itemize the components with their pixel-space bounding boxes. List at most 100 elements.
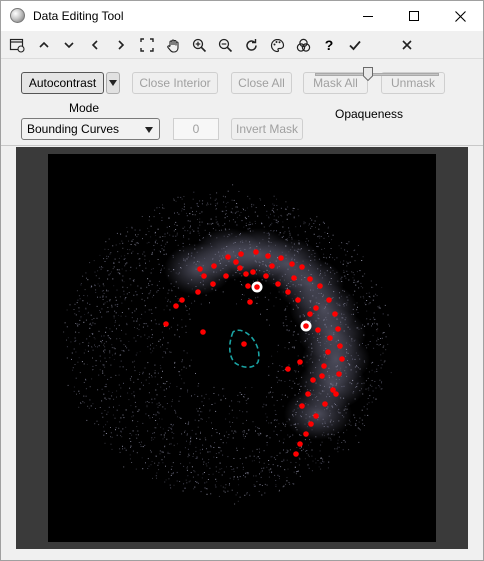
opaqueness-slider-track[interactable] [315,73,439,76]
marker-point[interactable] [210,281,216,287]
image-canvas[interactable] [48,154,436,542]
minimize-button[interactable] [345,1,391,31]
marker-point[interactable] [265,253,271,259]
noise-speck [199,212,201,214]
palette-button[interactable] [266,34,288,56]
close-all-button[interactable]: Close All [231,72,292,94]
down-button[interactable] [58,34,80,56]
help-button[interactable]: ? [318,34,340,56]
noise-speck [144,444,146,446]
rotate-button[interactable] [240,34,262,56]
confirm-button[interactable] [344,34,366,56]
marker-point[interactable] [285,289,291,295]
mode-select[interactable]: Bounding Curves [21,118,160,140]
noise-speck [230,211,232,213]
marker-point[interactable] [275,281,281,287]
noise-speck [186,212,187,214]
marker-point[interactable] [295,297,301,303]
left-button[interactable] [84,34,106,56]
marker-point[interactable] [179,297,185,303]
marker-point[interactable] [285,366,291,372]
marker-point[interactable] [299,264,305,270]
marker-point[interactable] [247,299,253,305]
marker-point[interactable] [289,261,295,267]
marker-point[interactable] [332,311,338,317]
marker-point[interactable] [263,273,269,279]
marker-point[interactable] [201,273,207,279]
marker-point[interactable] [173,303,179,309]
opaqueness-slider-thumb[interactable] [362,67,373,81]
close-window-button[interactable] [437,1,483,31]
up-button[interactable] [33,34,55,56]
marker-point[interactable] [327,335,333,341]
image-svg[interactable] [48,154,436,542]
marker-point[interactable] [237,265,243,271]
marker-point[interactable] [238,251,244,257]
marker-point[interactable] [293,451,299,457]
invert-mask-button[interactable]: Invert Mask [231,118,303,140]
cancel-button[interactable] [396,34,418,56]
zoom-out-button[interactable] [214,34,236,56]
marker-point[interactable] [337,343,343,349]
selected-marker-point[interactable] [303,323,309,329]
marker-point[interactable] [310,377,316,383]
noise-speck [291,236,293,238]
selected-marker-point[interactable] [254,284,260,290]
marker-point[interactable] [245,283,251,289]
marker-point[interactable] [243,271,249,277]
marker-point[interactable] [325,349,331,355]
marker-point[interactable] [163,321,169,327]
bounding-curve[interactable] [228,329,260,369]
marker-point[interactable] [225,254,231,260]
marker-point[interactable] [197,266,203,272]
marker-point[interactable] [308,421,314,427]
noise-speck [135,244,137,246]
right-button[interactable] [110,34,132,56]
noise-speck [365,380,367,382]
noise-speck [337,446,339,448]
marker-point[interactable] [322,401,328,407]
marker-point[interactable] [250,269,256,275]
zoom-in-button[interactable] [188,34,210,56]
marker-point[interactable] [200,329,206,335]
pan-button[interactable] [162,34,184,56]
marker-point[interactable] [313,305,319,311]
marker-point[interactable] [269,263,275,269]
marker-point[interactable] [211,263,217,269]
marker-point[interactable] [319,373,325,379]
marker-point[interactable] [336,371,342,377]
marker-point[interactable] [241,341,247,347]
marker-point[interactable] [339,356,345,362]
color-channels-button[interactable] [292,34,314,56]
marker-point[interactable] [278,255,284,261]
fit-frame-button[interactable] [136,34,158,56]
close-interior-button[interactable]: Close Interior [132,72,218,94]
marker-point[interactable] [297,359,303,365]
noise-speck [83,363,85,365]
marker-point[interactable] [333,391,339,397]
marker-point[interactable] [303,431,309,437]
autocontrast-button[interactable]: Autocontrast [21,72,104,94]
marker-point[interactable] [297,441,303,447]
calendar-config-button[interactable] [6,34,28,56]
marker-point[interactable] [321,363,327,369]
marker-point[interactable] [313,413,319,419]
marker-point[interactable] [253,249,259,255]
marker-point[interactable] [315,327,321,333]
marker-point[interactable] [335,326,341,332]
number-field[interactable]: 0 [173,118,219,140]
noise-speck [89,335,91,337]
marker-point[interactable] [233,259,239,265]
maximize-button[interactable] [391,1,437,31]
marker-point[interactable] [299,403,305,409]
noise-speck [116,434,118,436]
marker-point[interactable] [317,283,323,289]
autocontrast-dropdown-button[interactable] [106,72,120,94]
marker-point[interactable] [307,276,313,282]
marker-point[interactable] [291,275,297,281]
marker-point[interactable] [305,391,311,397]
marker-point[interactable] [307,311,313,317]
marker-point[interactable] [223,273,229,279]
marker-point[interactable] [195,289,201,295]
marker-point[interactable] [326,297,332,303]
